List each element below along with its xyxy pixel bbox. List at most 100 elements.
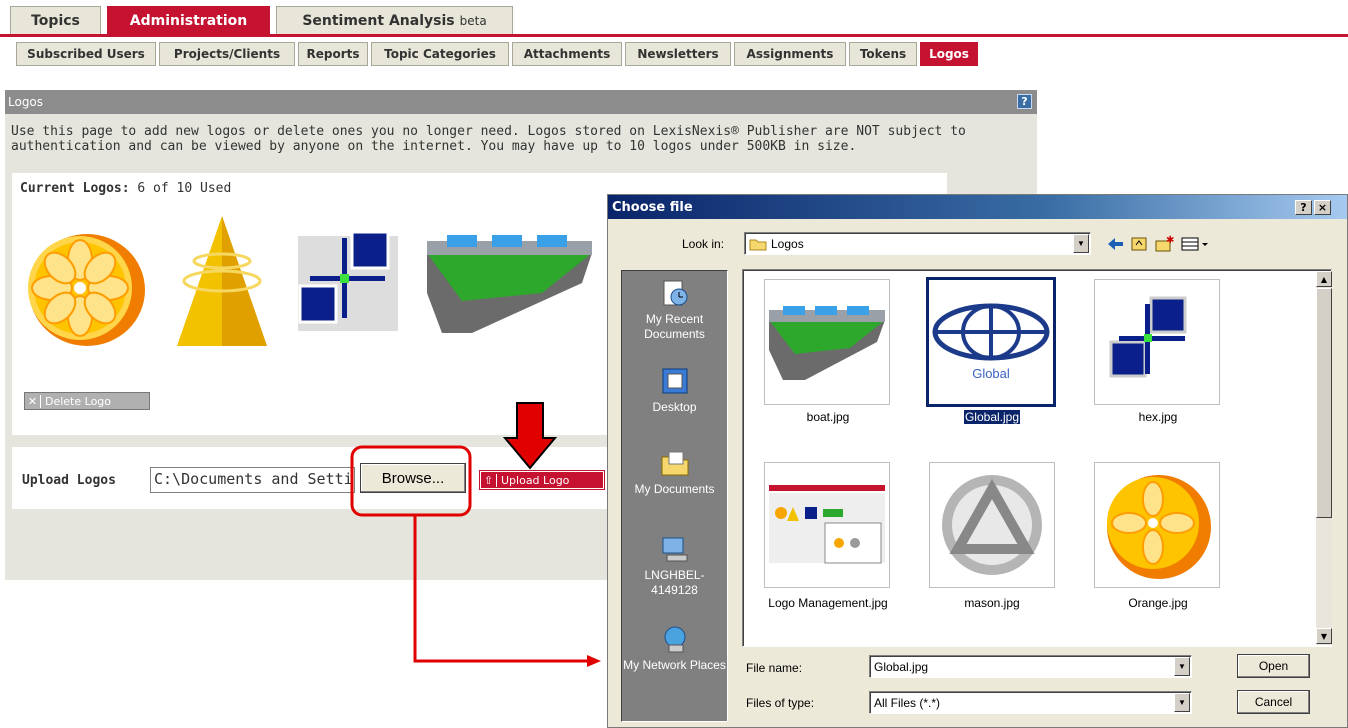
my-documents-icon bbox=[661, 451, 688, 476]
place-label: My Documents bbox=[634, 482, 715, 496]
file-thumb-logo-management[interactable] bbox=[764, 462, 890, 588]
current-logos-count: 6 of 10 Used bbox=[137, 181, 232, 196]
hex-logo-icon[interactable] bbox=[290, 228, 400, 333]
current-logos-line: Current Logos: 6 of 10 Used bbox=[20, 181, 231, 196]
file-type-select[interactable]: All Files (*.*) ▼ bbox=[869, 691, 1192, 714]
file-name-text: hex.jpg bbox=[1138, 410, 1178, 424]
upload-logos-label: Upload Logos bbox=[22, 473, 116, 488]
delete-logo-button[interactable]: ✕ Delete Logo bbox=[24, 392, 150, 410]
file-thumb-mason[interactable] bbox=[929, 462, 1055, 588]
subtab-label: Topic Categories bbox=[384, 47, 496, 61]
panel-header: Logos ? bbox=[5, 90, 1037, 114]
boat-logo-icon[interactable] bbox=[422, 223, 597, 338]
file-list-scrollbar[interactable]: ▲ ▼ bbox=[1316, 271, 1332, 645]
scroll-down-icon[interactable]: ▼ bbox=[1316, 628, 1332, 644]
cone-logo-icon[interactable] bbox=[172, 211, 272, 351]
tab-sentiment-label: Sentiment Analysis bbox=[302, 12, 455, 29]
upload-path-input[interactable]: C:\Documents and Settings bbox=[150, 467, 355, 493]
place-label: LNGHBEL-4149128 bbox=[644, 568, 705, 597]
mason-logo-icon bbox=[942, 475, 1042, 575]
file-label: Global.jpg bbox=[907, 409, 1077, 425]
panel-title: Logos bbox=[8, 95, 44, 109]
browse-highlight bbox=[350, 445, 472, 517]
current-logos-label: Current Logos: bbox=[20, 181, 130, 196]
file-name-text: mason.jpg bbox=[964, 596, 1020, 610]
subtab-label: Tokens bbox=[859, 47, 907, 61]
choose-file-dialog: Choose file ? × Look in: Logos ▼ ✱ My Re… bbox=[607, 194, 1348, 728]
panel-description: Use this page to add new logos or delete… bbox=[11, 124, 966, 154]
up-folder-icon bbox=[1131, 237, 1147, 251]
open-button[interactable]: Open bbox=[1237, 654, 1310, 678]
dialog-titlebar: Choose file ? × bbox=[608, 195, 1347, 219]
place-desktop[interactable]: Desktop bbox=[622, 365, 727, 415]
tab-sentiment-analysis[interactable]: Sentiment Analysis beta bbox=[276, 6, 513, 34]
dialog-help-button[interactable]: ? bbox=[1295, 200, 1312, 215]
place-label: My Network Places bbox=[623, 658, 726, 672]
chevron-down-icon[interactable]: ▼ bbox=[1073, 234, 1089, 253]
subtab-topic-categories[interactable]: Topic Categories bbox=[371, 42, 509, 66]
file-name-input[interactable]: Global.jpg ▼ bbox=[869, 655, 1192, 678]
places-bar: My Recent Documents Desktop My Documents… bbox=[621, 270, 728, 722]
help-icon[interactable]: ? bbox=[1017, 94, 1032, 109]
connector-line bbox=[413, 515, 587, 663]
file-name-text: Global.jpg bbox=[962, 409, 1022, 425]
tab-topics-label: Topics bbox=[31, 12, 80, 29]
orange-logo-icon bbox=[1107, 475, 1211, 579]
file-thumb-orange[interactable] bbox=[1094, 462, 1220, 588]
svg-text:✱: ✱ bbox=[1166, 235, 1174, 246]
place-my-computer[interactable]: LNGHBEL-4149128 bbox=[622, 533, 727, 598]
subtab-label: Attachments bbox=[523, 47, 611, 61]
new-folder-icon: ✱ bbox=[1155, 235, 1174, 252]
hex-logo-icon bbox=[1109, 296, 1187, 378]
tab-administration-label: Administration bbox=[129, 12, 248, 29]
file-thumb-boat[interactable] bbox=[764, 279, 890, 405]
place-network[interactable]: My Network Places bbox=[622, 623, 727, 673]
sub-navigation: Subscribed Users Projects/Clients Report… bbox=[0, 37, 1348, 71]
file-list: boat.jpg Global Global.jpg hex.jpg Logo … bbox=[742, 269, 1332, 647]
tab-topics[interactable]: Topics bbox=[10, 6, 101, 34]
global-logo-icon: Global bbox=[932, 303, 1050, 381]
place-recent-documents[interactable]: My Recent Documents bbox=[622, 277, 727, 342]
orange-logo-icon[interactable] bbox=[22, 228, 147, 348]
subtab-reports[interactable]: Reports bbox=[298, 42, 368, 66]
chevron-down-icon[interactable]: ▼ bbox=[1174, 657, 1190, 676]
subtab-newsletters[interactable]: Newsletters bbox=[625, 42, 731, 66]
desktop-icon bbox=[662, 368, 687, 394]
subtab-label: Assignments bbox=[746, 47, 834, 61]
subtab-label: Newsletters bbox=[637, 47, 719, 61]
cancel-button[interactable]: Cancel bbox=[1237, 690, 1310, 714]
file-thumb-hex[interactable] bbox=[1094, 279, 1220, 405]
tab-administration[interactable]: Administration bbox=[107, 6, 270, 34]
chevron-down-icon[interactable]: ▼ bbox=[1174, 693, 1190, 712]
back-icon bbox=[1108, 238, 1123, 250]
dialog-close-button[interactable]: × bbox=[1314, 200, 1331, 215]
subtab-logos[interactable]: Logos bbox=[920, 42, 978, 66]
dialog-title: Choose file bbox=[612, 199, 693, 215]
subtab-projects-clients[interactable]: Projects/Clients bbox=[159, 42, 295, 66]
file-name-text: boat.jpg bbox=[806, 410, 850, 424]
look-in-label: Look in: bbox=[682, 237, 725, 251]
subtab-subscribed-users[interactable]: Subscribed Users bbox=[16, 42, 156, 66]
subtab-label: Subscribed Users bbox=[27, 47, 145, 61]
delete-x-icon: ✕ bbox=[25, 394, 41, 408]
look-in-dropdown[interactable]: Logos ▼ bbox=[744, 232, 1091, 255]
file-name-label: File name: bbox=[746, 661, 803, 675]
file-label: mason.jpg bbox=[907, 596, 1077, 610]
screenshot-thumb-icon bbox=[769, 485, 885, 564]
subtab-label: Logos bbox=[929, 47, 969, 61]
file-name-value: Global.jpg bbox=[874, 659, 929, 674]
file-name-text: Logo Management.jpg bbox=[768, 596, 888, 610]
scroll-thumb[interactable] bbox=[1316, 288, 1332, 518]
network-icon bbox=[664, 626, 685, 653]
file-label: Logo Management.jpg bbox=[743, 596, 913, 610]
scroll-up-icon[interactable]: ▲ bbox=[1316, 271, 1332, 287]
file-thumb-global[interactable]: Global bbox=[926, 277, 1056, 407]
global-thumb-text: Global bbox=[972, 366, 1010, 381]
subtab-assignments[interactable]: Assignments bbox=[734, 42, 846, 66]
subtab-label: Reports bbox=[306, 47, 360, 61]
place-my-documents[interactable]: My Documents bbox=[622, 447, 727, 497]
subtab-tokens[interactable]: Tokens bbox=[849, 42, 917, 66]
place-label: Desktop bbox=[652, 400, 697, 414]
subtab-attachments[interactable]: Attachments bbox=[512, 42, 622, 66]
look-in-value: Logos bbox=[771, 236, 804, 251]
